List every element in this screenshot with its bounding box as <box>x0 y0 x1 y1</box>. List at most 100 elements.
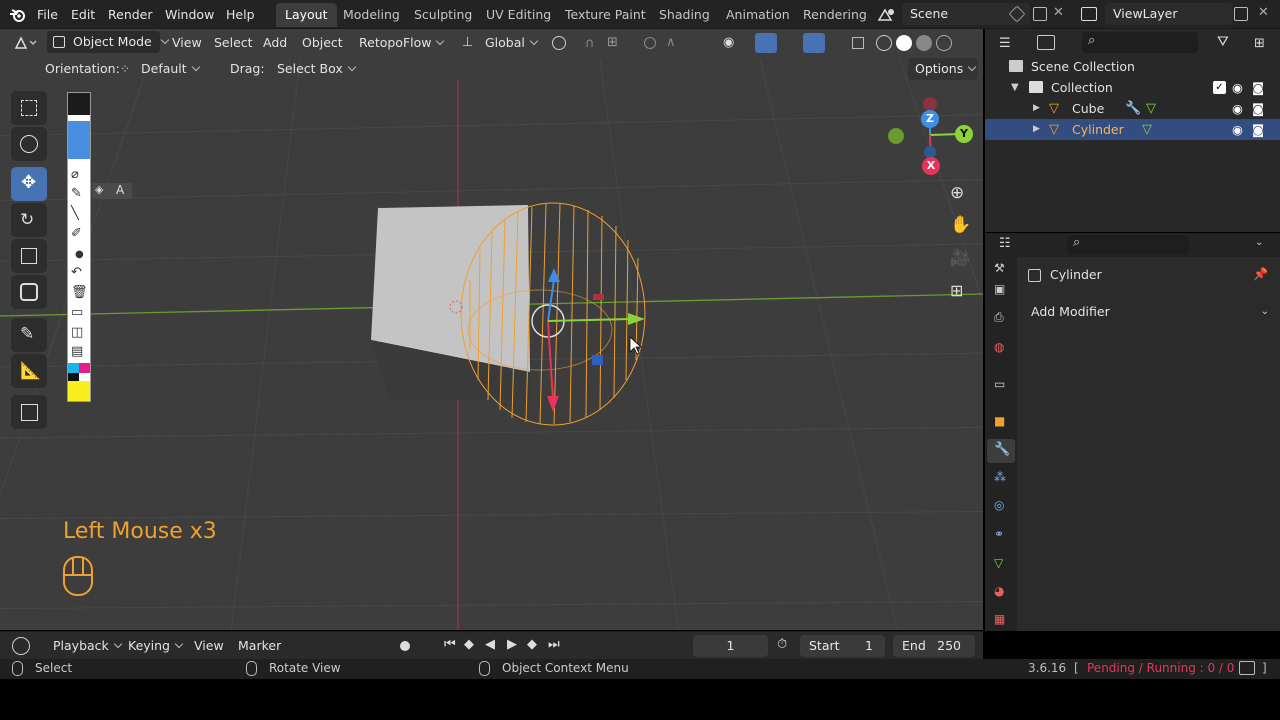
menu-select[interactable]: Select <box>214 29 253 56</box>
rendered-shading-icon[interactable] <box>936 35 952 51</box>
menu-retopoflow[interactable]: RetopoFlow <box>359 29 443 56</box>
perspective-grid-icon[interactable]: ⊞ <box>950 281 963 300</box>
tab-modeling[interactable]: Modeling <box>334 3 409 27</box>
collection-render-icon[interactable]: ◙ <box>1252 77 1264 98</box>
add-cube-tool[interactable] <box>11 395 47 429</box>
tab-uv-editing[interactable]: UV Editing <box>477 3 560 27</box>
jump-end-icon[interactable]: ⏭ <box>548 637 560 652</box>
stopwatch-icon[interactable]: ⏱ <box>777 637 787 652</box>
tab-texture-paint[interactable]: Texture Paint <box>556 3 655 27</box>
pin-properties-icon[interactable]: 📌 <box>1253 267 1268 281</box>
select-box-tool[interactable] <box>11 91 47 125</box>
tab-sculpting[interactable]: Sculpting <box>405 3 481 27</box>
menu-object[interactable]: Object <box>302 29 343 56</box>
outliner-search-input[interactable]: ⌕ <box>1082 32 1198 53</box>
view-layer-icon[interactable] <box>1081 7 1097 21</box>
play-reverse-icon[interactable]: ◀ <box>485 637 495 652</box>
orientation-dropdown[interactable]: Default <box>141 55 199 82</box>
transform-tool[interactable] <box>11 275 47 309</box>
gizmo-toggle-icon[interactable] <box>755 33 777 53</box>
annotation-line-icon[interactable]: ╲ <box>71 206 79 221</box>
cube-visibility-icon[interactable]: ◉ <box>1232 98 1243 119</box>
next-keyframe-icon[interactable]: ◆ <box>527 637 537 652</box>
blender-logo-icon[interactable] <box>8 6 26 24</box>
gizmo-z-axis[interactable]: Z <box>921 110 939 128</box>
tab-shading[interactable]: Shading <box>650 3 719 27</box>
particles-tab-icon[interactable]: ⁂ <box>994 470 1006 484</box>
keying-menu[interactable]: Keying <box>128 632 182 659</box>
wireframe-shading-icon[interactable] <box>876 35 892 51</box>
move-tool[interactable]: ✥ <box>11 167 47 201</box>
tool-tab-icon[interactable]: ⚒ <box>994 261 1005 275</box>
pan-hand-icon[interactable]: ✋ <box>950 215 971 235</box>
scene-collection-row[interactable]: Scene Collection <box>985 56 1280 77</box>
menu-add[interactable]: Add <box>263 29 287 56</box>
annotation-dot-icon[interactable]: ● <box>75 249 84 260</box>
zoom-icon[interactable]: ⊕ <box>950 183 964 203</box>
scale-tool[interactable] <box>11 239 47 273</box>
material-tab-icon[interactable]: ◕ <box>994 584 1004 598</box>
menu-help[interactable]: Help <box>226 0 255 29</box>
new-scene-icon[interactable] <box>1033 7 1047 21</box>
scene-icon[interactable] <box>876 6 898 24</box>
pivot-point-icon[interactable] <box>552 36 566 50</box>
proportional-edit-icon[interactable] <box>644 37 656 49</box>
tab-rendering[interactable]: Rendering <box>794 3 876 27</box>
annotation-trash-icon[interactable]: 🗑 <box>71 285 88 300</box>
cube-row[interactable]: ▶ ▽ Cube 🔧 ▽ ◉ ◙ <box>985 98 1280 119</box>
annotation-marker-icon[interactable]: ✐ <box>71 226 82 241</box>
annotation-eraser-icon[interactable]: ⌀ <box>71 167 79 182</box>
annotation-undo-icon[interactable]: ↶ <box>71 265 82 280</box>
play-icon[interactable]: ▶ <box>507 637 517 652</box>
collection-visibility-icon[interactable]: ◉ <box>1232 77 1243 98</box>
menu-render[interactable]: Render <box>108 0 153 29</box>
menu-file[interactable]: File <box>37 0 58 29</box>
rotate-tool[interactable]: ↻ <box>11 203 47 237</box>
object-mode-dropdown[interactable]: Object Mode <box>47 31 160 53</box>
color-swatch-yellow[interactable] <box>68 381 90 401</box>
display-mode-icon[interactable] <box>1037 35 1055 50</box>
snap-target-icon[interactable]: ⊞ <box>607 35 618 50</box>
collection-row[interactable]: ▼ Collection ✓ ◉ ◙ <box>985 77 1280 98</box>
annotation-board-icon[interactable]: ▭ <box>71 305 83 320</box>
cursor-tool[interactable] <box>11 127 47 161</box>
modifier-tab[interactable]: 🔧 <box>987 439 1015 463</box>
remove-view-layer-icon[interactable]: ✕ <box>1258 5 1269 20</box>
visibility-icon[interactable]: ◉ <box>723 35 734 50</box>
timeline-view-menu[interactable]: View <box>194 632 224 659</box>
properties-search-input[interactable]: ⌕ <box>1067 235 1189 255</box>
falloff-icon[interactable]: ∧ <box>666 35 676 50</box>
start-frame-field[interactable]: Start 1 <box>800 635 885 657</box>
options-dropdown[interactable]: Options <box>908 58 978 80</box>
render-tab-icon[interactable]: ▣ <box>994 282 1005 296</box>
measure-tool[interactable]: 📐 <box>11 354 47 388</box>
properties-editor-icon[interactable]: ☷ <box>999 236 1011 251</box>
menu-view[interactable]: View <box>172 29 202 56</box>
cylinder-render-icon[interactable]: ◙ <box>1252 119 1264 140</box>
add-modifier-dropdown[interactable]: Add Modifier ⌄ <box>1025 300 1273 324</box>
view-layer-field[interactable]: ViewLayer <box>1105 3 1233 25</box>
collection-checkbox[interactable]: ✓ <box>1213 81 1226 94</box>
end-frame-field[interactable]: End 250 <box>893 635 975 657</box>
remove-scene-icon[interactable]: ✕ <box>1053 5 1064 20</box>
data-tab-icon[interactable]: ▽ <box>994 556 1003 570</box>
new-view-layer-icon[interactable] <box>1234 7 1248 21</box>
menu-edit[interactable]: Edit <box>71 0 95 29</box>
scene-tab-icon[interactable]: ◍ <box>994 340 1004 354</box>
timeline-editor-icon[interactable] <box>12 637 30 655</box>
current-frame-field[interactable]: 1 <box>693 635 768 657</box>
outliner-editor-icon[interactable]: ☰ <box>999 36 1011 51</box>
color-swatch-magenta[interactable] <box>79 363 90 373</box>
annotation-camera-icon[interactable]: ◫ <box>71 325 83 340</box>
physics-tab-icon[interactable]: ◎ <box>994 498 1004 512</box>
annotation-pen-icon[interactable]: ✎ <box>71 186 82 201</box>
color-swatch-black[interactable] <box>68 373 79 381</box>
solid-shading-icon[interactable] <box>896 35 912 51</box>
menu-window[interactable]: Window <box>165 0 214 29</box>
texture-tab-icon[interactable]: ▦ <box>994 612 1005 626</box>
cylinder-visibility-icon[interactable]: ◉ <box>1232 119 1243 140</box>
new-collection-icon[interactable]: ⊞ <box>1254 36 1265 51</box>
overlay-toggle-icon[interactable] <box>803 33 825 53</box>
gizmo-y-axis[interactable]: Y <box>955 125 973 143</box>
transform-orientation-dropdown[interactable]: Global <box>485 29 537 56</box>
